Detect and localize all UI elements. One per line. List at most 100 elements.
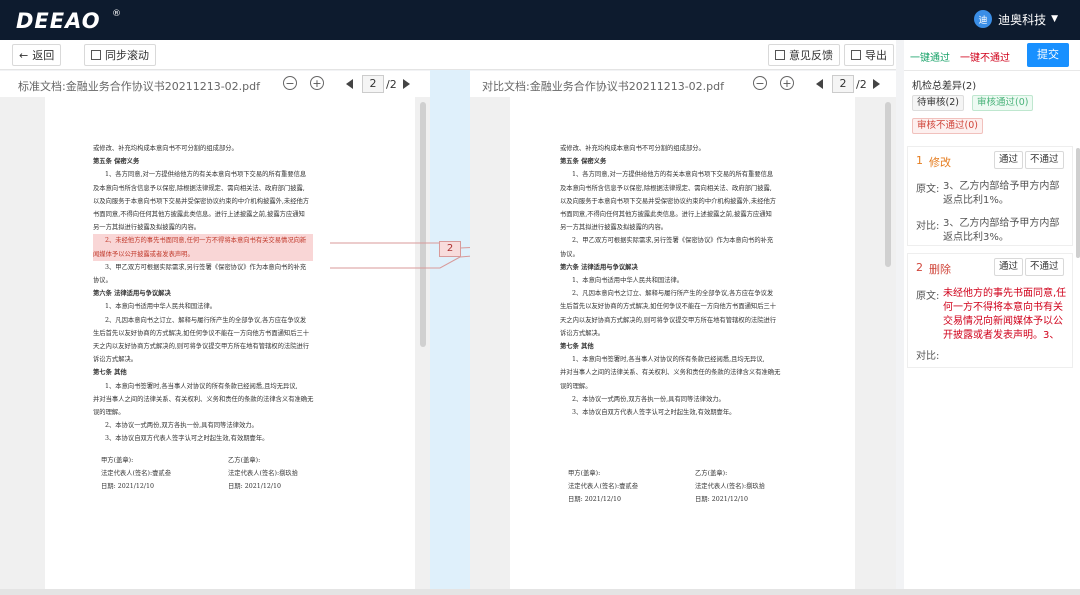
doc-line: 协议。 [560, 250, 579, 258]
sign-block-a: 甲方(盖章): 法定代表人(签名):壹贰叁 日期: 2021/12/10 [101, 454, 171, 494]
export-icon [851, 50, 861, 60]
sign-party: 甲方(盖章): [568, 470, 601, 477]
doc-line: 生后首先以友好协商的方式解决,如任何争议不能在一方向他方书面通知后三十 [560, 303, 777, 311]
reject-all-link[interactable]: 一键不通过 [960, 49, 1010, 64]
review-scrollbar[interactable] [1076, 148, 1080, 258]
back-button[interactable]: ← 返回 [12, 44, 62, 66]
compare-label: 对比: [916, 351, 940, 362]
export-label: 导出 [865, 49, 887, 62]
doc-line: 天之内以友好协商方式解决的,则可将争议提交甲方所在地有管辖权的法院进行 [93, 343, 310, 351]
sign-block-a: 甲方(盖章): 法定代表人(签名):壹贰叁 日期: 2021/12/10 [568, 467, 638, 507]
zoom-in-icon[interactable]: + [310, 76, 324, 90]
diff-highlight-line[interactable]: 2、未经他方的事先书面同意,任何一方不得将本意向书有关交易情况向新 [93, 234, 314, 248]
next-page-icon[interactable] [873, 79, 880, 89]
feedback-button[interactable]: 意见反馈 [768, 44, 840, 66]
registered-mark: ® [112, 9, 121, 19]
reject-button[interactable]: 不通过 [1025, 151, 1064, 169]
diff-number: 1 [916, 154, 923, 167]
horizontal-scrollbar[interactable] [0, 589, 1080, 595]
sign-date: 日期: 2021/12/10 [695, 496, 749, 504]
approve-button[interactable]: 通过 [994, 258, 1024, 276]
export-button[interactable]: 导出 [844, 44, 894, 66]
doc-line: 2、凡因本意向书之订立、解释与履行所产生的全部争议,各方应在争议发 [572, 290, 774, 298]
diff-card: 1 修改 通过 不通过 原文: 3、乙方内部给予甲方内部返点比利1%。 对比: … [907, 146, 1073, 246]
compare-doc-label: 对比文档: [482, 80, 530, 93]
pass-all-link[interactable]: 一键通过 [910, 49, 950, 64]
sign-date: 日期: 2021/12/10 [228, 483, 282, 491]
top-bar: DEEAO ® 迪 迪奥科技 ▼ [0, 0, 1080, 40]
back-label: 返回 [32, 49, 55, 62]
doc-line: 1、本意向书适用中华人民共和国法律。 [105, 303, 217, 311]
doc-line: 或修改、补充均构成本意向书不可分割的组成部分。 [93, 145, 238, 152]
compare-text: 3、乙方内部给予甲方内部返点比利3%。 [943, 218, 1060, 243]
review-panel: 一键通过 一键不通过 提交 机检总差异(2) 待审核(2) 审核通过(0) 审核… [904, 40, 1080, 595]
sign-rep: 法定代表人(签名):捌玖拾 [695, 483, 766, 491]
sign-party: 乙方(盖章): [228, 457, 261, 464]
next-page-icon[interactable] [403, 79, 410, 89]
brand-logo[interactable]: DEEAO [16, 9, 101, 33]
sync-icon [91, 50, 101, 60]
approve-button[interactable]: 通过 [994, 151, 1024, 169]
sign-block-b: 乙方(盖章): 法定代表人(签名):捌玖拾 日期: 2021/12/10 [228, 454, 298, 494]
diff-type: 删除 [929, 263, 951, 276]
sign-date: 日期: 2021/12/10 [101, 483, 155, 491]
user-menu[interactable]: 迪 迪奥科技 ▼ [974, 10, 1058, 28]
standard-page-total: /2 [386, 78, 397, 91]
compare-scrollbar[interactable] [885, 102, 891, 267]
diff-card-header: 1 修改 通过 不通过 [908, 147, 1072, 173]
compare-doc-header: 对比文档:金融业务合作协议书20211213-02.pdf − + 2 /2 [470, 71, 896, 97]
zoom-out-icon[interactable]: − [283, 76, 297, 90]
standard-doc-page: 或修改、补充均构成本意向书不可分割的组成部分。 第五条 保密义务 1、各方同意,… [45, 97, 415, 589]
original-label: 原文: [916, 291, 940, 302]
doc-line: 1、各方同意,对一方提供给他方的有关本意向书项下交易的所有重要信息 [105, 171, 307, 179]
standard-doc-pane[interactable]: 或修改、补充均构成本意向书不可分割的组成部分。 第五条 保密义务 1、各方同意,… [0, 97, 430, 589]
doc-heading: 第六条 法律适用与争议解决 [93, 290, 171, 298]
standard-page-input[interactable]: 2 [362, 75, 384, 93]
filter-approved[interactable]: 审核通过(0) [972, 95, 1034, 111]
zoom-out-icon[interactable]: − [753, 76, 767, 90]
diff-number: 2 [916, 261, 923, 274]
filter-pending[interactable]: 待审核(2) [912, 95, 964, 111]
doc-heading: 第七条 其他 [560, 343, 594, 351]
doc-line: 1、本意向书签署时,各当事人对协议的所有条款已经阅悉,且均无异议, [572, 356, 765, 364]
sync-label: 同步滚动 [105, 49, 149, 62]
sync-scroll-button[interactable]: 同步滚动 [84, 44, 156, 66]
filter-rejected[interactable]: 审核不通过(0) [912, 118, 983, 134]
compare-label: 对比: [916, 221, 940, 232]
user-name: 迪奥科技 [998, 12, 1047, 27]
doc-line: 以及向服务于本意向书项下交易并受保密协议约束的中介机构披露外,未经他方 [93, 197, 310, 205]
submit-button[interactable]: 提交 [1027, 43, 1069, 67]
doc-heading: 第五条 保密义务 [93, 158, 140, 166]
doc-line: 及本意向书所含信息予以保密,除根据法律规定、需向相关法、政府部门披露, [560, 184, 772, 192]
standard-scrollbar[interactable] [420, 102, 426, 347]
compare-doc-file: 金融业务合作协议书20211213-02.pdf [529, 80, 725, 93]
doc-line: 2、甲乙双方可根据实际需求,另行签署《保密协议》作为本意向书的补充 [572, 237, 774, 245]
prev-page-icon[interactable] [346, 79, 353, 89]
reject-button[interactable]: 不通过 [1025, 258, 1064, 276]
doc-line: 2、本协议一式两份,双方各执一份,具有同等法律效力。 [105, 422, 258, 430]
doc-line: 并对当事人之间的法律关系、有关权利、义务和责任的条款的法律含义有准确无 [560, 369, 781, 377]
chevron-down-icon: ▼ [1051, 14, 1058, 24]
sign-party: 乙方(盖章): [695, 470, 728, 477]
doc-heading: 第五条 保密义务 [560, 158, 607, 166]
doc-line: 协议。 [93, 277, 112, 285]
doc-line: 误的理解。 [560, 382, 592, 390]
diff-highlight-line[interactable]: 闻媒体予以公开披露或者发表声明。 [93, 247, 314, 261]
doc-line: 3、甲乙双方可根据实际需求,另行签署《保密协议》作为本意向书的补充 [105, 263, 307, 271]
sign-party: 甲方(盖章): [101, 457, 134, 464]
compare-doc-body: 或修改、补充均构成本意向书不可分割的组成部分。 第五条 保密义务 1、各方同意,… [560, 142, 780, 419]
feedback-icon [775, 50, 785, 60]
compare-doc-pane[interactable]: 或修改、补充均构成本意向书不可分割的组成部分。 第五条 保密义务 1、各方同意,… [470, 97, 896, 589]
doc-line: 以及向服务于本意向书项下交易并受保密协议约束的中介机构披露外,未经他方 [560, 197, 777, 205]
doc-line: 并对当事人之间的法律关系、有关权利、义务和责任的条款的法律含义有准确无 [93, 395, 314, 403]
compare-page-total: /2 [856, 78, 867, 91]
compare-doc-page: 或修改、补充均构成本意向书不可分割的组成部分。 第五条 保密义务 1、各方同意,… [510, 97, 855, 589]
diff-gutter [430, 70, 470, 589]
zoom-in-icon[interactable]: + [780, 76, 794, 90]
standard-doc-label: 标准文档: [18, 80, 66, 93]
compare-page-input[interactable]: 2 [832, 75, 854, 93]
prev-page-icon[interactable] [816, 79, 823, 89]
diff-card: 2 删除 通过 不通过 原文: 未经他方的事先书面同意,任何一方不得将本意向书有… [907, 253, 1073, 368]
sign-block-b: 乙方(盖章): 法定代表人(签名):捌玖拾 日期: 2021/12/10 [695, 467, 765, 507]
diff-marker-badge[interactable]: 2 [439, 241, 461, 257]
